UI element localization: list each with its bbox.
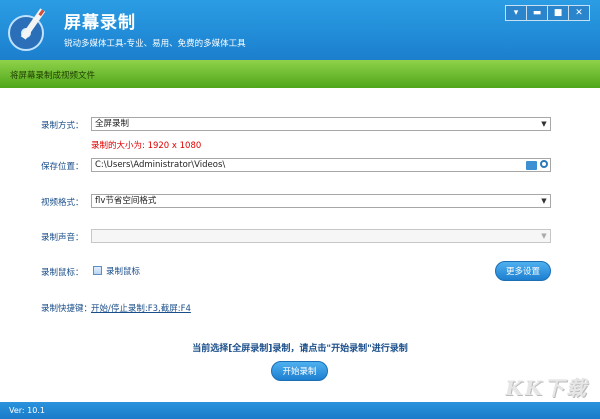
video-format-label: 视频格式： [41, 198, 84, 208]
video-format-value: flv节省空间格式 [95, 196, 157, 206]
banner-text: 将屏幕录制成视频文件 [10, 71, 96, 81]
record-mode-value: 全屏录制 [95, 119, 130, 129]
mouse-label: 录制鼠标： [41, 268, 84, 278]
save-location-value: C:\Users\Administrator\Videos\ [95, 160, 226, 170]
close-icon[interactable]: ✕ [569, 6, 589, 20]
audio-label: 录制声音： [41, 233, 84, 243]
app-subtitle: 锐动多媒体工具-专业、易用、免费的多媒体工具 [64, 39, 246, 49]
folder-icon[interactable] [526, 161, 537, 170]
path-icons [526, 159, 548, 170]
start-record-button[interactable]: 开始录制 [271, 361, 328, 381]
menu-icon[interactable]: ▾ [506, 6, 527, 20]
minimize-icon[interactable]: ▬ [527, 6, 548, 20]
window-controls: ▾ ▬ ■ ✕ [505, 5, 590, 21]
app-logo-icon [8, 8, 46, 51]
maximize-icon[interactable]: ■ [548, 6, 569, 20]
status-bar: Ver: 10.1 [0, 402, 600, 419]
title-bar: 屏幕录制 锐动多媒体工具-专业、易用、免费的多媒体工具 ▾ ▬ ■ ✕ [0, 0, 600, 60]
more-settings-button[interactable]: 更多设置 [495, 261, 551, 281]
video-format-select[interactable]: flv节省空间格式 ▼ [91, 194, 551, 208]
size-hint: 录制的大小为: 1920 x 1080 [91, 141, 202, 151]
hotkey-link[interactable]: 开始/停止录制:F3,截屏:F4 [91, 302, 191, 314]
status-message: 当前选择[全屏录制]录制，请点击"开始录制"进行录制 [192, 344, 408, 354]
banner: 将屏幕录制成视频文件 [0, 60, 600, 88]
app-title: 屏幕录制 [64, 13, 136, 33]
dropdown-arrow-icon: ▼ [541, 232, 547, 240]
dropdown-arrow-icon: ▼ [541, 120, 547, 128]
watermark: KK下载 [505, 376, 588, 400]
save-location-label: 保存位置： [41, 162, 84, 172]
audio-select[interactable]: ▼ [91, 229, 551, 243]
dropdown-arrow-icon: ▼ [541, 197, 547, 205]
hotkey-label: 录制快捷键： [41, 304, 93, 314]
search-icon[interactable] [540, 160, 548, 168]
version-text: Ver: 10.1 [9, 406, 45, 415]
record-mode-select[interactable]: 全屏录制 ▼ [91, 117, 551, 131]
record-mode-label: 录制方式： [41, 121, 84, 131]
save-location-field[interactable]: C:\Users\Administrator\Videos\ [91, 158, 551, 172]
record-mouse-checkbox[interactable] [93, 266, 102, 275]
record-mouse-label[interactable]: 录制鼠标 [106, 265, 140, 277]
